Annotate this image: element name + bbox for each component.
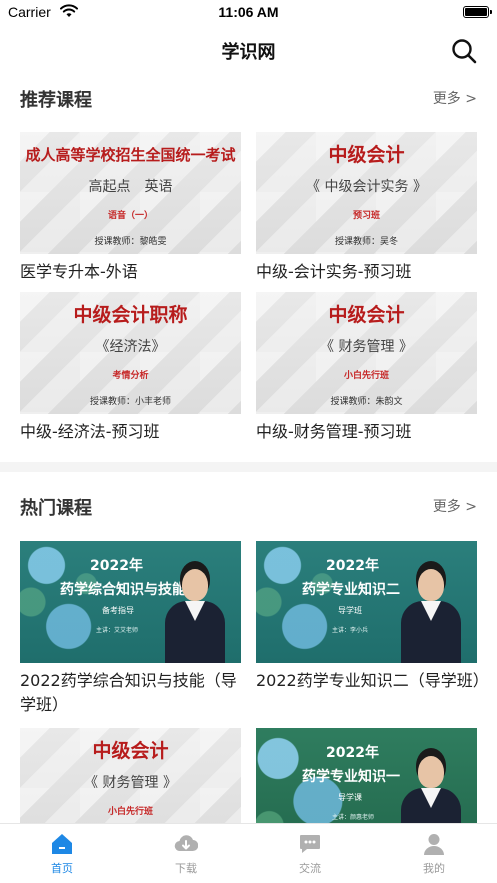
search-icon[interactable] — [451, 38, 477, 64]
course-thumbnail[interactable]: 2022年 药学专业知识二 导学班 主讲：李小兵 — [256, 541, 477, 663]
download-icon — [174, 835, 198, 852]
course-title[interactable]: 2022药学专业知识二（导学班） — [256, 669, 489, 693]
thumb-tag: 备考指导 — [102, 606, 134, 615]
section-divider — [0, 462, 497, 472]
presenter-image — [399, 563, 463, 663]
thumb-tag: 语音（一） — [107, 211, 153, 221]
thumb-tag: 小白先行班 — [107, 807, 153, 817]
tab-label: 我的 — [423, 862, 445, 875]
hot-header: 热门课程 更多 > — [0, 494, 497, 524]
tab-label: 交流 — [299, 862, 321, 875]
course-thumbnail[interactable]: 中级会计职称 《经济法》 考情分析 授课教师：小丰老师 — [20, 292, 241, 414]
course-title[interactable]: 中级-会计实务-预习班 — [256, 260, 486, 284]
page-title: 学识网 — [221, 42, 276, 63]
thumb-subtitle: 《 财务管理 》 — [320, 339, 413, 355]
thumb-teacher: 授课教师：黎皓雯 — [94, 237, 167, 247]
section-title: 推荐课程 — [20, 90, 92, 111]
tab-profile[interactable]: 我的 — [372, 824, 496, 883]
thumb-year: 2022年 — [326, 558, 379, 574]
course-title[interactable]: 医学专升本-外语 — [20, 260, 250, 284]
thumb-teacher: 主讲：李小兵 — [332, 627, 369, 634]
tab-bar: 首页 下载 交流 我的 — [0, 823, 497, 883]
course-title[interactable]: 中级-经济法-预习班 — [20, 420, 250, 444]
thumb-teacher: 授课教师：小丰老师 — [89, 397, 171, 407]
thumb-title: 中级会计 — [92, 740, 169, 762]
tab-chat[interactable]: 交流 — [248, 824, 372, 883]
section-title: 热门课程 — [20, 498, 92, 519]
thumb-teacher: 主讲：艾艾老师 — [96, 627, 139, 634]
more-link[interactable]: 更多 > — [433, 88, 477, 108]
thumb-title: 药学专业知识二 — [302, 582, 400, 598]
thumb-subtitle: 《 财务管理 》 — [84, 775, 177, 791]
thumb-title: 药学专业知识一 — [302, 769, 400, 785]
nav-bar: 学识网 — [0, 26, 497, 74]
presenter-image — [163, 563, 227, 663]
course-thumbnail[interactable]: 中级会计 《 财务管理 》 小白先行班 授课教师：朱韵文 — [256, 292, 477, 414]
course-thumbnail[interactable]: 成人高等学校招生全国统一考试 高起点 英语 语音（一） 授课教师：黎皓雯 — [20, 132, 241, 254]
thumb-teacher: 授课教师：吴冬 — [334, 237, 398, 247]
more-link[interactable]: 更多 > — [433, 496, 477, 516]
battery-icon — [463, 6, 492, 18]
tab-download[interactable]: 下载 — [124, 824, 248, 883]
thumb-tag: 导学课 — [338, 793, 362, 802]
course-title[interactable]: 中级-财务管理-预习班 — [256, 420, 486, 444]
clock: 11:06 AM — [218, 4, 279, 20]
thumb-year: 2022年 — [326, 745, 379, 761]
thumb-subtitle: 高起点 英语 — [88, 179, 173, 195]
thumb-teacher: 授课教师：朱韵文 — [330, 397, 403, 407]
thumb-teacher: 主讲：颜惠老师 — [332, 814, 375, 821]
course-thumbnail[interactable]: 中级会计 《 中级会计实务 》 预习班 授课教师：吴冬 — [256, 132, 477, 254]
profile-icon — [424, 834, 444, 855]
thumb-year: 2022年 — [90, 558, 143, 574]
thumb-title: 成人高等学校招生全国统一考试 — [25, 146, 236, 164]
thumb-tag: 考情分析 — [112, 371, 149, 381]
recommended-header: 推荐课程 更多 > — [0, 86, 497, 116]
home-icon — [52, 834, 72, 854]
thumb-title: 中级会计职称 — [73, 304, 188, 326]
thumb-subtitle: 《经济法》 — [95, 339, 166, 355]
course-title[interactable]: 2022药学综合知识与技能（导学班） — [20, 669, 250, 717]
thumb-subtitle: 《 中级会计实务 》 — [306, 179, 427, 195]
thumb-tag: 小白先行班 — [343, 371, 389, 381]
course-thumbnail[interactable]: 2022年 药学综合知识与技能 备考指导 主讲：艾艾老师 — [20, 541, 241, 663]
status-bar: Carrier 11:06 AM — [0, 0, 497, 26]
chat-icon — [300, 835, 320, 853]
thumb-tag: 预习班 — [352, 211, 380, 221]
thumb-title: 中级会计 — [328, 144, 405, 166]
thumb-title: 中级会计 — [328, 304, 405, 326]
tab-home[interactable]: 首页 — [0, 824, 124, 883]
tab-label: 下载 — [175, 862, 197, 875]
tab-label: 首页 — [51, 862, 73, 875]
thumb-tag: 导学班 — [338, 606, 362, 615]
